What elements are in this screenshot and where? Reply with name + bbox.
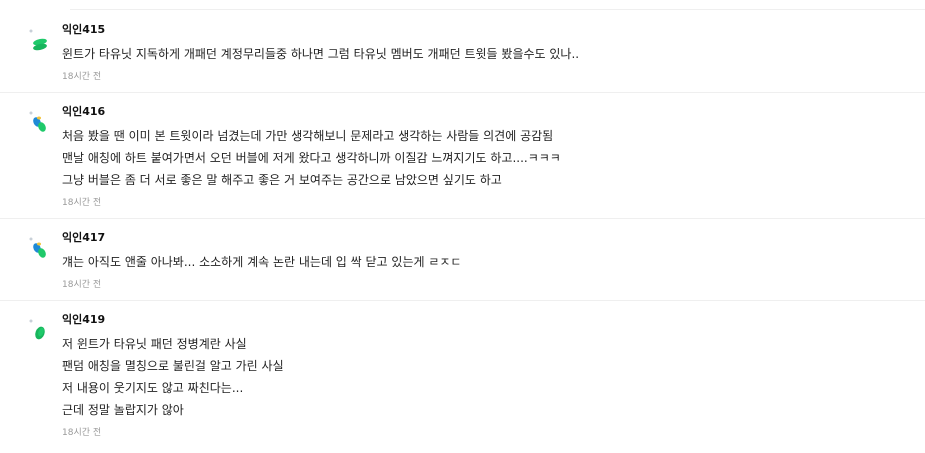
comment-timestamp: 18시간 전 [62,280,102,290]
comment-list: 익인415 윈트가 타유닛 지독하게 개패던 계정무리들중 하나면 그럼 타유닛… [0,11,925,448]
comment-item: 익인419 저 윈트가 타유닛 패던 정병계란 사실 팬덤 애칭을 멸칭으로 불… [0,300,925,448]
comment-timestamp: 18시간 전 [62,72,102,82]
comment-item: 익인417 걔는 아직도 앤줄 아나봐... 소소하게 계속 논란 내는데 입 … [0,218,925,300]
comment-text-line: 맨날 애칭에 하트 붙여가면서 오던 버블에 저게 왔다고 생각하니까 이질감 … [62,151,561,165]
comment-timestamp: 18시간 전 [62,198,102,208]
comment-text-line: 근데 정말 놀랍지가 않아 [62,403,184,417]
comment-item: 익인415 윈트가 타유닛 지독하게 개패던 계정무리들중 하나면 그럼 타유닛… [0,11,925,92]
comment-item: 익인416 처음 봤을 땐 이미 본 트윗이라 넘겼는데 가만 생각해보니 문제… [0,92,925,218]
blue-green-avatar-icon[interactable] [28,110,50,136]
blue-green-avatar-icon[interactable] [28,236,50,262]
comment-author[interactable]: 익인419 [62,313,925,327]
comment-text-line: 처음 봤을 땐 이미 본 트윗이라 넘겼는데 가만 생각해보니 문제라고 생각하… [62,129,554,143]
top-divider [70,9,925,10]
green-mint-avatar-icon[interactable] [28,28,50,54]
comment-text-line: 윈트가 타유닛 지독하게 개패던 계정무리들중 하나면 그럼 타유닛 멤버도 개… [62,47,580,61]
comment-text-line: 팬덤 애칭을 멸칭으로 불린걸 알고 가린 사실 [62,359,284,373]
comment-author[interactable]: 익인416 [62,105,925,119]
comment-timestamp: 18시간 전 [62,428,102,438]
green-drop-avatar-icon[interactable] [28,318,50,344]
comment-text-line: 걔는 아직도 앤줄 아나봐... 소소하게 계속 논란 내는데 입 싹 닫고 있… [62,255,462,269]
comment-text-line: 저 윈트가 타유닛 패던 정병계란 사실 [62,337,247,351]
comment-text-line: 저 내용이 웃기지도 않고 짜친다는... [62,381,244,395]
comment-author[interactable]: 익인415 [62,23,925,37]
comment-author[interactable]: 익인417 [62,231,925,245]
comment-text-line: 그냥 버블은 좀 더 서로 좋은 말 해주고 좋은 거 보여주는 공간으로 남았… [62,173,502,187]
